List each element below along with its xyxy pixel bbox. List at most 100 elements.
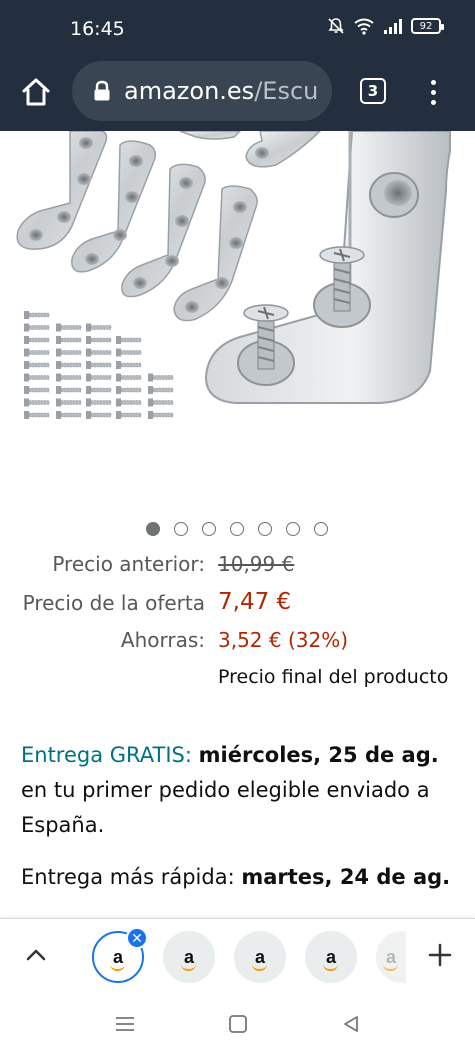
small-screw: [86, 386, 91, 394]
delivery-info: Entrega GRATIS: miércoles, 25 de ag. en …: [21, 738, 461, 843]
battery-level: 92: [419, 20, 433, 32]
small-screw: [56, 336, 61, 344]
carousel-dot[interactable]: [314, 522, 328, 536]
small-screw: [148, 373, 153, 382]
small-screw: [116, 386, 121, 394]
amazon-logo-icon: a: [180, 947, 197, 971]
deal-price-label: Precio de la oferta: [22, 591, 205, 615]
small-screw: [116, 336, 121, 344]
small-screw-shaft: [120, 375, 142, 380]
small-screw: [56, 361, 61, 369]
back-nav-button[interactable]: [339, 1012, 363, 1036]
carousel-dot[interactable]: [286, 522, 300, 536]
small-screw: [24, 398, 29, 407]
small-screw-shaft: [28, 387, 50, 393]
amazon-logo-icon: a: [251, 947, 268, 971]
large-bracket: [204, 131, 451, 404]
tab-thumbnail[interactable]: a: [234, 931, 286, 983]
small-screw: [86, 336, 91, 344]
small-screw: [116, 373, 121, 382]
carousel-dot[interactable]: [146, 522, 160, 536]
close-tab-button[interactable]: ✕: [126, 927, 148, 949]
small-screw-shaft: [90, 325, 112, 330]
small-screw-shaft: [152, 387, 174, 393]
wifi-icon: [354, 18, 374, 35]
small-bracket: [179, 131, 322, 168]
home-icon: [22, 78, 50, 106]
small-screw-shaft: [120, 412, 142, 418]
small-screw-shaft: [60, 337, 82, 343]
old-price-value: 10,99 €: [218, 552, 295, 576]
mute-bell-icon: [328, 18, 344, 34]
small-screw: [24, 386, 29, 394]
deal-price-value: 7,47 €: [218, 589, 292, 615]
small-screw-shaft: [60, 412, 82, 418]
home-button[interactable]: [18, 74, 54, 110]
fast-delivery-info: Entrega más rápida: martes, 24 de ag.: [21, 860, 461, 895]
small-screw: [116, 411, 121, 419]
small-screw: [86, 361, 91, 369]
address-bar[interactable]: amazon.es/Escu: [72, 61, 332, 121]
carousel-dot[interactable]: [230, 522, 244, 536]
collapse-tabs-button[interactable]: [20, 939, 52, 971]
tab-thumbnail-partial[interactable]: a: [376, 931, 406, 983]
home-nav-button[interactable]: [226, 1012, 250, 1036]
carousel-dot[interactable]: [202, 522, 216, 536]
small-screw: [24, 348, 29, 357]
small-screw-shaft: [28, 362, 50, 368]
small-screw-shaft: [28, 375, 50, 380]
screw-set: [24, 311, 174, 419]
small-screw-shaft: [120, 337, 142, 343]
small-screw-shaft: [28, 400, 50, 405]
small-screw-shaft: [90, 337, 112, 343]
product-image[interactable]: [0, 131, 475, 511]
small-screw-shaft: [28, 350, 50, 355]
signal-icon: [384, 19, 402, 34]
small-screw: [86, 398, 91, 407]
image-carousel-dots: [146, 522, 328, 536]
savings-label: Ahorras:: [120, 628, 205, 652]
small-screw-shaft: [90, 387, 112, 393]
battery-icon: 92: [411, 18, 444, 34]
small-screw-shaft: [60, 375, 82, 380]
more-options-button[interactable]: [420, 74, 446, 110]
url-path: /Escu: [254, 77, 319, 105]
final-price-note: Precio final del producto: [218, 666, 449, 688]
tab-thumbnail[interactable]: a: [163, 931, 215, 983]
recents-button[interactable]: [113, 1012, 137, 1036]
amazon-logo-icon: a: [109, 947, 126, 971]
carousel-dot[interactable]: [174, 522, 188, 536]
small-screw: [86, 348, 91, 357]
free-delivery-label[interactable]: Entrega GRATIS:: [21, 743, 192, 767]
small-screw: [24, 373, 29, 382]
browser-toolbar: amazon.es/Escu 3: [0, 58, 475, 131]
menu-dot-icon: [430, 99, 436, 105]
tab-count: 3: [367, 82, 379, 100]
new-tab-button[interactable]: [424, 939, 456, 971]
small-screw: [56, 323, 61, 332]
small-screw: [116, 361, 121, 369]
small-screw: [56, 348, 61, 357]
plus-icon: [428, 943, 452, 967]
status-time: 16:45: [70, 18, 125, 40]
angle-brackets-photo: [16, 131, 451, 419]
square-icon: [229, 1015, 247, 1033]
small-screw-shaft: [60, 387, 82, 393]
small-screw-shaft: [28, 412, 50, 418]
back-triangle-icon: [344, 1016, 358, 1032]
delivery-condition: en tu primer pedido elegible enviado a E…: [21, 778, 430, 837]
small-screw-shaft: [60, 362, 82, 368]
small-screw: [148, 411, 153, 419]
small-screw-shaft: [28, 312, 50, 318]
amazon-logo-icon: a: [322, 947, 339, 971]
amazon-logo-icon: a: [382, 947, 399, 971]
fast-delivery-date: martes, 24 de ag.: [241, 865, 451, 889]
carousel-dot[interactable]: [258, 522, 272, 536]
small-screw: [24, 336, 29, 344]
small-screw-shaft: [152, 375, 174, 380]
tab-thumbnail[interactable]: a: [305, 931, 357, 983]
small-screw: [24, 311, 29, 319]
small-screw: [24, 323, 29, 332]
small-screw: [56, 411, 61, 419]
tab-switcher-button[interactable]: 3: [360, 78, 386, 104]
